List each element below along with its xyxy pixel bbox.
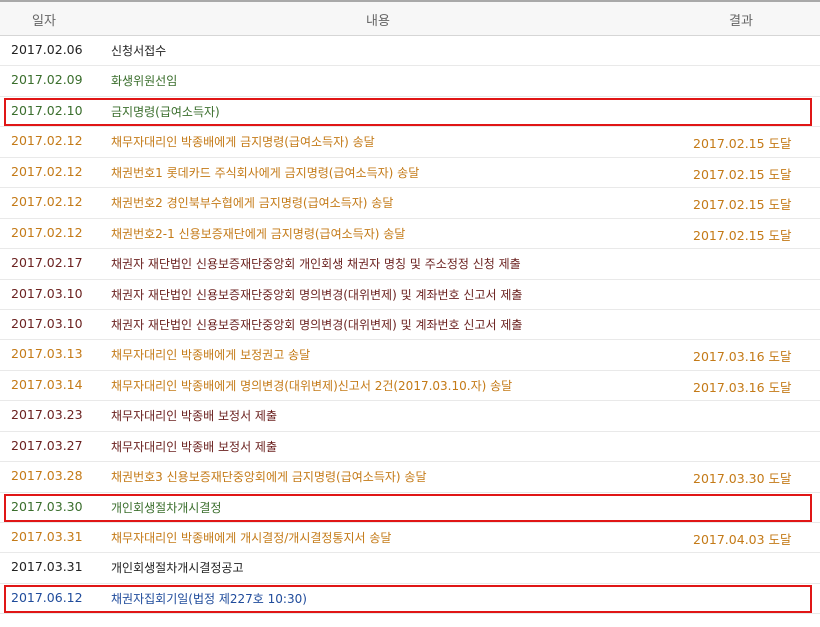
row-result: 2017.02.15 도달 — [693, 227, 792, 243]
table-row: 2017.03.13 채무자대리인 박종배에게 보정권고 송달 2017.03.16… — [0, 340, 820, 371]
row-content: 채권자 재단법인 신용보증재단중앙회 명의변경(대위변제) 및 계좌번호 신고서… — [111, 317, 523, 332]
table-row: 2017.03.14 채무자대리인 박종배에게 명의변경(대위변제)신고서 2건(… — [0, 371, 820, 402]
row-date: 2017.03.23 — [11, 407, 83, 423]
row-result: 2017.03.16 도달 — [693, 379, 792, 395]
table-row: 2017.03.23 채무자대리인 박종배 보정서 제출 — [0, 401, 820, 432]
row-content: 금지명령(급여소득자) — [111, 104, 220, 119]
table-body: 2017.02.06 신청서접수 2017.02.09 화생위원선임 2017.02.1… — [0, 36, 820, 615]
row-date: 2017.02.09 — [11, 72, 83, 88]
case-history-table: 일자 내용 결과 2017.02.06 신청서접수 2017.02.09 화생위원선임… — [0, 0, 820, 615]
header-date: 일자 — [32, 14, 56, 29]
row-result: 2017.02.15 도달 — [693, 197, 792, 213]
row-content: 채무자대리인 박종배에게 금지명령(급여소득자) 송달 — [111, 135, 375, 150]
row-result: 2017.02.15 도달 — [693, 166, 792, 182]
table-row: 2017.03.30 개인회생절차개시결정 — [0, 493, 820, 523]
row-result: 2017.04.03 도달 — [693, 532, 792, 547]
row-date: 2017.02.12 — [11, 224, 83, 240]
row-content: 채권번호2 경인북부수협에게 금지명령(급여소득자) 송달 — [111, 196, 394, 211]
table-row: 2017.02.09 화생위원선임 — [0, 66, 820, 97]
table-row: 2017.02.12 채무자대리인 박종배에게 금지명령(급여소득자) 송달 201… — [0, 127, 820, 158]
table-row: 2017.02.12 채권번호2-1 신용보증재단에게 금지명령(급여소득자) 송… — [0, 219, 820, 250]
table-row: 2017.03.27 채무자대리인 박종배 보정서 제출 — [0, 432, 820, 463]
table-row: 2017.03.31 개인회생절차개시결정공고 — [0, 553, 820, 584]
row-date: 2017.03.31 — [11, 559, 83, 575]
row-date: 2017.02.12 — [11, 194, 83, 210]
row-date: 2017.03.28 — [11, 468, 83, 484]
row-date: 2017.02.17 — [11, 255, 83, 271]
row-content: 화생위원선임 — [111, 74, 178, 89]
row-date: 2017.02.10 — [11, 102, 83, 118]
row-content: 채권자집회기일(법정 제227호 10:30) — [111, 591, 307, 606]
row-content: 채권번호2-1 신용보증재단에게 금지명령(급여소득자) 송달 — [111, 226, 406, 241]
row-date: 2017.02.12 — [11, 163, 83, 179]
row-content: 채권자 재단법인 신용보증재단중앙회 명의변경(대위변제) 및 계좌번호 신고서… — [111, 287, 523, 302]
table-row: 2017.06.12 채권자집회기일(법정 제227호 10:30) — [0, 584, 820, 615]
row-content: 채무자대리인 박종배에게 보정권고 송달 — [111, 348, 311, 363]
row-content: 채권번호3 신용보증재단중앙회에게 금지명령(급여소득자) 송달 — [111, 470, 427, 485]
table-row: 2017.03.10 채권자 재단법인 신용보증재단중앙회 명의변경(대위변제) … — [0, 310, 820, 341]
header-result: 결과 — [729, 14, 753, 29]
table-row: 2017.02.10 금지명령(급여소득자) — [0, 97, 820, 128]
row-content: 채무자대리인 박종배에게 명의변경(대위변제)신고서 2건(2017.03.10… — [111, 378, 513, 393]
row-content: 채무자대리인 박종배 보정서 제출 — [111, 409, 278, 424]
header-content: 내용 — [366, 14, 390, 29]
row-content: 채권번호1 롯데카드 주식회사에게 금지명령(급여소득자) 송달 — [111, 165, 420, 180]
row-result: 2017.03.30 도달 — [693, 471, 792, 487]
row-date: 2017.03.13 — [11, 346, 83, 362]
row-date: 2017.03.30 — [11, 498, 83, 514]
table-row: 2017.03.10 채권자 재단법인 신용보증재단중앙회 명의변경(대위변제) … — [0, 280, 820, 310]
row-date: 2017.03.10 — [11, 285, 83, 301]
row-date: 2017.06.12 — [11, 589, 83, 605]
row-result: 2017.02.15 도달 — [693, 136, 792, 152]
table-row: 2017.02.12 채권번호1 롯데카드 주식회사에게 금지명령(급여소득자) … — [0, 158, 820, 189]
row-content: 신청서접수 — [111, 44, 167, 58]
row-date: 2017.03.14 — [11, 376, 83, 392]
row-content: 채권자 재단법인 신용보증재단중앙회 개인회생 채권자 명칭 및 주소정정 신청… — [111, 257, 521, 272]
row-content: 개인회생절차개시결정 — [111, 500, 222, 515]
table-row: 2017.02.17 채권자 재단법인 신용보증재단중앙회 개인회생 채권자 명칭… — [0, 249, 820, 280]
row-date: 2017.03.31 — [11, 529, 83, 544]
row-date: 2017.02.12 — [11, 133, 83, 149]
row-date: 2017.03.10 — [11, 315, 83, 331]
row-date: 2017.03.27 — [11, 437, 83, 453]
row-result: 2017.03.16 도달 — [693, 349, 792, 365]
row-date: 2017.02.06 — [11, 42, 83, 57]
table-row: 2017.02.12 채권번호2 경인북부수협에게 금지명령(급여소득자) 송달 2… — [0, 188, 820, 219]
row-content: 채무자대리인 박종배 보정서 제출 — [111, 439, 278, 454]
table-header: 일자 내용 결과 — [0, 0, 820, 36]
table-row: 2017.03.28 채권번호3 신용보증재단중앙회에게 금지명령(급여소득자) … — [0, 462, 820, 493]
row-content: 채무자대리인 박종배에게 개시결정/개시결정통지서 송달 — [111, 531, 392, 545]
row-content: 개인회생절차개시결정공고 — [111, 561, 244, 576]
table-row: 2017.02.06 신청서접수 — [0, 36, 820, 67]
table-row: 2017.03.31 채무자대리인 박종배에게 개시결정/개시결정통지서 송달 20… — [0, 523, 820, 554]
